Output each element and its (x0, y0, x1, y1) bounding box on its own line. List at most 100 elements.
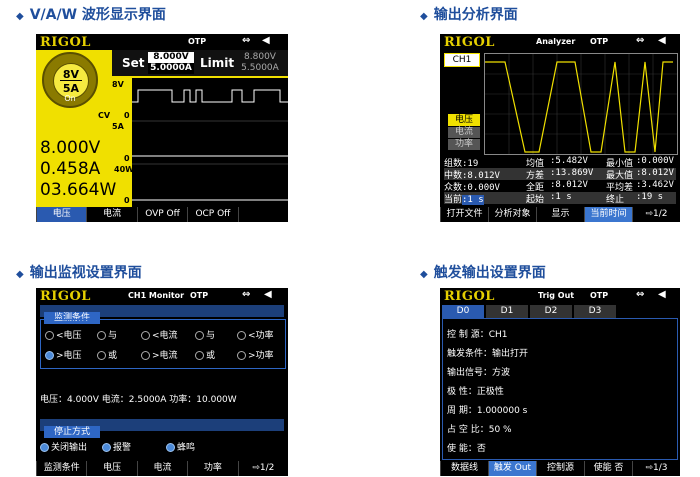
radio-icon (195, 331, 204, 340)
otp-label: OTP (188, 37, 207, 46)
softkey-current-time[interactable]: 当前时间 (584, 207, 632, 222)
softkey-display[interactable]: 显示 (536, 207, 584, 222)
softkey-voltage[interactable]: 电压 (86, 461, 136, 476)
trigger-settings: 控 制 源：CH1 触发条件：输出打开 输出信号：方波 极 性：正极性 周 期：… (442, 318, 678, 460)
option-and-1[interactable]: 与 (97, 328, 117, 341)
option-gt-power[interactable]: >功率 (237, 348, 274, 361)
option-or-1[interactable]: 或 (97, 348, 117, 361)
waveform-svg (132, 89, 288, 201)
rigol-logo: RIGOL (40, 289, 91, 304)
usb-icon: ⇔ (242, 289, 251, 300)
tab-d1[interactable]: D1 (486, 305, 528, 318)
tab-d0[interactable]: D0 (442, 305, 484, 318)
softkey-ovp[interactable]: OVP Off (136, 207, 187, 222)
limit-current[interactable]: 5.5000A (236, 63, 284, 74)
scale-current: 5A (112, 122, 124, 131)
stop-alarm[interactable]: 报警 (102, 440, 131, 453)
trigger-screen: RIGOL Trig Out OTP ⇔ ◀ D0 D1 D2 D3 控 制 源… (440, 288, 680, 476)
channel-select[interactable]: CH1 (444, 53, 480, 67)
row-period[interactable]: 周 期：1.000000 s (447, 403, 527, 416)
status-bar: RIGOL Analyzer OTP ⇔ ◀ (440, 34, 680, 50)
monitor-screen: RIGOL CH1 Monitor OTP ⇔ ◀ 监测条件 <电压 与 <电流… (36, 288, 288, 476)
softkey-ocp[interactable]: OCP Off (187, 207, 237, 222)
set-voltage[interactable]: 8.000V (148, 52, 194, 63)
option-or-2[interactable]: 或 (195, 348, 215, 361)
stats-row-3: 众数:0.000V 全距:8.012V 平均差:3.462V (444, 180, 676, 193)
row-enable[interactable]: 使 能：否 (447, 441, 486, 454)
waveform-area (132, 78, 288, 207)
softkey-trigger-out[interactable]: 触发 Out (488, 461, 536, 476)
limit-label: Limit (200, 56, 235, 70)
status-bar: RIGOL CH1 Monitor OTP ⇔ ◀ (36, 288, 288, 304)
softkey-next-page[interactable]: ⇨1/3 (632, 461, 680, 476)
condition-box: <电压 与 <电流 与 <功率 >电压 或 >电流 或 >功率 (40, 319, 286, 369)
softkey-next-page[interactable]: ⇨1/2 (237, 461, 288, 476)
set-current[interactable]: 5.0000A (148, 63, 194, 74)
option-gt-voltage[interactable]: >电压 (45, 351, 82, 361)
analyzer-screen: RIGOL Analyzer OTP ⇔ ◀ CH1 电压 电流 功率 组数:1… (440, 34, 680, 222)
analyze-power[interactable]: 功率 (448, 139, 480, 150)
option-and-2[interactable]: 与 (195, 328, 215, 341)
option-lt-current[interactable]: <电流 (141, 328, 178, 341)
analyzer-plot (484, 53, 678, 155)
option-lt-voltage[interactable]: <电压 (45, 331, 82, 341)
row-duty-cycle[interactable]: 占 空 比：50 % (447, 422, 512, 435)
stop-output-off[interactable]: 关闭输出 (40, 443, 87, 453)
range-knob[interactable]: 8V 5A On (42, 52, 98, 108)
softkey-current[interactable]: 电流 (86, 207, 136, 222)
row-trigger-condition[interactable]: 触发条件：输出打开 (447, 346, 528, 359)
usb-icon: ⇔ (636, 289, 645, 300)
speaker-icon: ◀ (658, 289, 666, 300)
radio-icon (195, 351, 204, 360)
softkey-open-file[interactable]: 打开文件 (440, 207, 488, 222)
stats-row-2: 中数:8.012V 方差:13.869V 最大值:8.012V (444, 168, 676, 181)
row-output-signal[interactable]: 输出信号：方波 (447, 365, 510, 378)
condition-row-1: <电压 与 <电流 与 <功率 (45, 328, 274, 341)
softkey-data-line[interactable]: 数据线 (440, 461, 488, 476)
analyze-voltage[interactable]: 电压 (448, 114, 480, 126)
softkey-next-page[interactable]: ⇨1/2 (632, 207, 680, 222)
caption-monitor: ◆ 输出监视设置界面 (16, 265, 142, 281)
stop-header: 停止方式 (44, 426, 101, 438)
radio-icon (237, 331, 246, 340)
option-lt-power[interactable]: <功率 (237, 328, 274, 341)
softkey-voltage[interactable]: 电压 (36, 207, 87, 222)
power-reading: 03.664W (40, 180, 117, 200)
softkey-enable[interactable]: 使能 否 (584, 461, 632, 476)
checkbox-icon (166, 443, 175, 452)
condition-header-bar: 监测条件 (40, 305, 284, 324)
zero-power: 0 (124, 196, 130, 205)
screen-title: Analyzer (536, 37, 576, 46)
cv-indicator: CV (98, 111, 111, 120)
current-time-value[interactable]: :1 s (462, 195, 484, 205)
usb-icon: ⇔ (242, 35, 251, 46)
stop-beep[interactable]: 蜂鸣 (166, 440, 195, 453)
option-gt-current[interactable]: >电流 (141, 348, 178, 361)
softkey-current[interactable]: 电流 (136, 461, 187, 476)
radio-icon (97, 331, 106, 340)
softkey-analysis-object[interactable]: 分析对象 (488, 207, 536, 222)
tab-d2[interactable]: D2 (530, 305, 572, 318)
scale-power: 40W (114, 165, 134, 174)
radio-icon (141, 351, 150, 360)
set-label: Set (122, 56, 145, 70)
softkey-empty[interactable] (237, 207, 288, 222)
usb-icon: ⇔ (636, 35, 645, 46)
voltage-waveform (132, 89, 288, 103)
otp-label: OTP (590, 37, 609, 46)
radio-icon (141, 331, 150, 340)
row-polarity[interactable]: 极 性：正极性 (447, 384, 504, 397)
analyze-current[interactable]: 电流 (448, 127, 480, 138)
limit-voltage[interactable]: 8.800V (236, 52, 284, 63)
softkey-condition[interactable]: 监测条件 (36, 461, 86, 476)
tab-d3[interactable]: D3 (574, 305, 616, 318)
status-bar: RIGOL OTP ⇔ ◀ (36, 34, 288, 50)
softkey-control-source[interactable]: 控制源 (536, 461, 584, 476)
radio-selected-icon (45, 351, 54, 360)
otp-label: OTP (590, 291, 609, 300)
softkey-power[interactable]: 功率 (187, 461, 237, 476)
status-bar: RIGOL Trig Out OTP ⇔ ◀ (440, 288, 680, 304)
current-reading: 0.458A (40, 159, 101, 179)
caption-trigger: ◆ 触发输出设置界面 (420, 265, 546, 281)
row-control-source[interactable]: 控 制 源：CH1 (447, 327, 508, 340)
